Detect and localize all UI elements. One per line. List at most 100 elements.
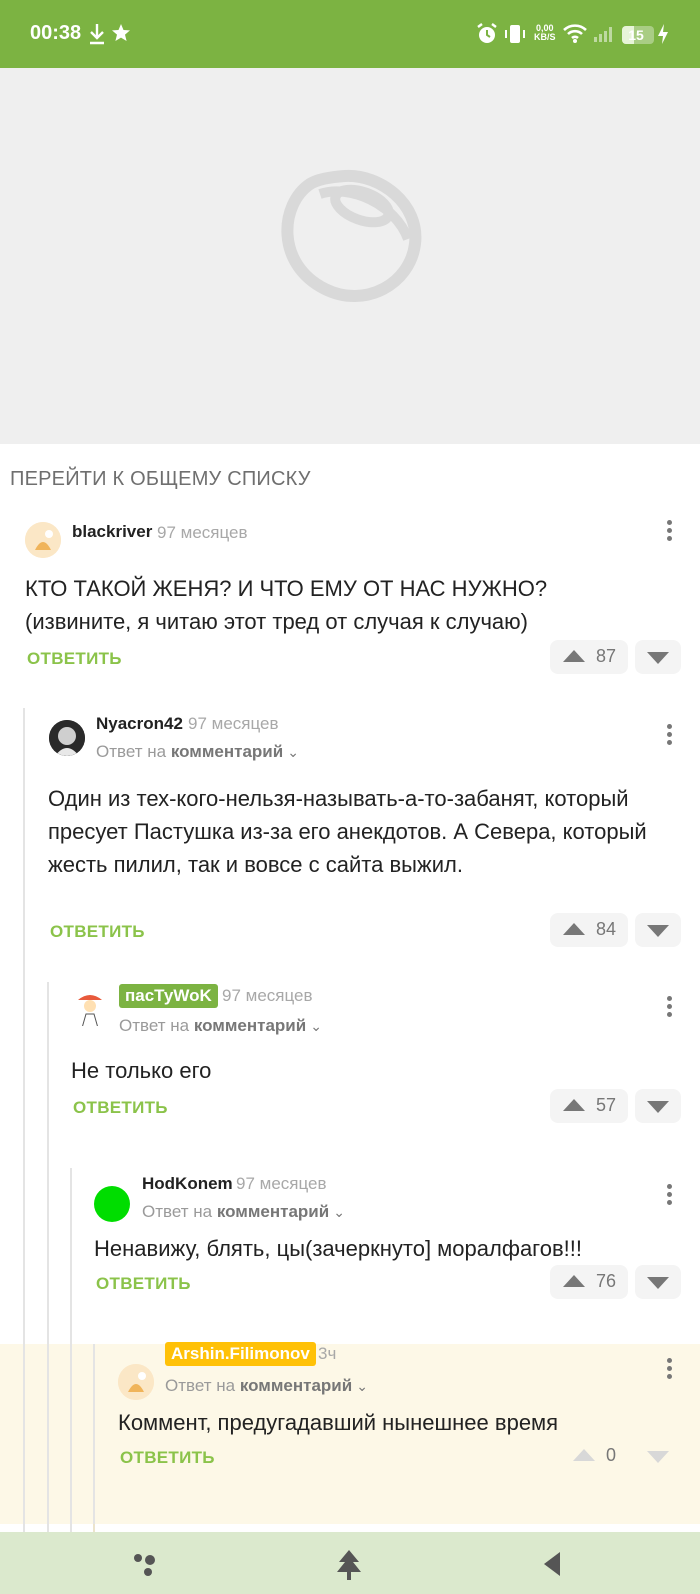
comment-highlighted: Arshin.Filimonov 3ч Ответ на комментарий… (0, 1342, 700, 1524)
assistant-icon[interactable] (130, 1548, 162, 1585)
reply-to-prefix: Ответ на (165, 1376, 236, 1395)
thread-line (93, 1344, 95, 1524)
comment-score: 57 (596, 1095, 617, 1115)
more-options-icon[interactable] (661, 996, 677, 1020)
comment-score: 76 (596, 1271, 617, 1291)
comment: blackriver 97 месяцев КТО ТАКОЙ ЖЕНЯ? И … (0, 510, 700, 690)
comment-text: Один из тех-кого-нельзя-называть-а-то-за… (48, 786, 647, 877)
thread-line (47, 1344, 49, 1524)
downvote-button[interactable] (635, 1265, 681, 1299)
bottom-navigation-bar (0, 1532, 700, 1594)
more-options-icon[interactable] (661, 1358, 677, 1382)
comment-author[interactable]: Arshin.Filimonov (165, 1342, 316, 1366)
avatar[interactable] (25, 522, 61, 558)
upvote-button[interactable]: 84 (550, 913, 628, 947)
arrow-up-icon (563, 923, 585, 935)
upvote-button[interactable]: 76 (550, 1265, 628, 1299)
reply-to-prefix: Ответ на (119, 1016, 190, 1035)
chevron-down-icon: ⌄ (287, 744, 299, 760)
arrow-up-icon (563, 1275, 585, 1287)
comment-score: 87 (596, 646, 617, 666)
download-icon (88, 22, 106, 51)
arrow-down-icon (647, 1277, 669, 1289)
comment-author[interactable]: Nyacron42 (96, 714, 183, 734)
reply-button[interactable]: ОТВЕТИТЬ (73, 1098, 168, 1118)
status-bar: 00:38 0,00 KB/S 15 (0, 0, 700, 68)
chevron-down-icon: ⌄ (356, 1378, 368, 1394)
reply-button[interactable]: ОТВЕТИТЬ (96, 1274, 191, 1294)
comment-time: 97 месяцев (222, 986, 313, 1005)
cell-signal-icon (592, 22, 614, 49)
avatar[interactable] (72, 990, 108, 1026)
reply-to-prefix: Ответ на (142, 1202, 213, 1221)
thread-line (70, 1344, 72, 1524)
chevron-down-icon: ⌄ (310, 1018, 322, 1034)
comment-author[interactable]: blackriver (72, 522, 152, 542)
star-icon (111, 22, 131, 49)
network-speed-unit: KB/S (534, 32, 556, 42)
wifi-icon (562, 22, 588, 49)
network-speed: 0,00 KB/S (534, 24, 556, 42)
comment-author[interactable]: HodKonem (142, 1174, 233, 1194)
reply-to-target: комментарий (239, 1376, 353, 1395)
comment-author[interactable]: пасТуWoK (119, 984, 218, 1008)
arrow-up-icon (563, 1099, 585, 1111)
arrow-down-icon (647, 652, 669, 664)
more-options-icon[interactable] (661, 520, 677, 544)
comment-text-content: КТО ТАКОЙ ЖЕНЯ? И ЧТО ЕМУ ОТ НАС НУЖНО? … (25, 576, 548, 634)
comment-text: Не только его (71, 1058, 212, 1083)
comment: пасТуWoK 97 месяцев Ответ на комментарий… (0, 984, 700, 1146)
upvote-button[interactable]: 87 (550, 640, 628, 674)
comment-time: 97 месяцев (157, 523, 248, 542)
reply-button[interactable]: ОТВЕТИТЬ (50, 922, 145, 942)
reply-to-target: комментарий (170, 742, 284, 761)
upvote-button[interactable]: 0 (560, 1439, 638, 1473)
alarm-icon (476, 22, 498, 51)
downvote-button[interactable] (635, 1089, 681, 1123)
avatar[interactable] (49, 720, 85, 756)
comment-time: 97 месяцев (188, 714, 279, 733)
downvote-button[interactable] (635, 1439, 681, 1473)
pikabu-placeholder-icon (281, 169, 422, 303)
comment-text: КТО ТАКОЙ ЖЕНЯ? И ЧТО ЕМУ ОТ НАС НУЖНО? … (25, 572, 675, 638)
comment-score: 0 (606, 1445, 617, 1465)
arrow-down-icon (647, 1101, 669, 1113)
back-icon[interactable] (540, 1548, 566, 1585)
comment-time: 97 месяцев (236, 1174, 327, 1193)
status-time: 00:38 (30, 22, 82, 44)
comment-score: 84 (596, 919, 617, 939)
goto-general-list-link[interactable]: ПЕРЕЙТИ К ОБЩЕМУ СПИСКУ (10, 468, 311, 491)
more-options-icon[interactable] (661, 1184, 677, 1208)
reply-to-target: комментарий (216, 1202, 330, 1221)
comment-time: 3ч (318, 1344, 337, 1363)
reply-to-prefix: Ответ на (96, 742, 167, 761)
comment: HodKonem 97 месяцев Ответ на комментарий… (0, 1170, 700, 1320)
upvote-button[interactable]: 57 (550, 1089, 628, 1123)
downvote-button[interactable] (635, 640, 681, 674)
battery-level: 15 (628, 27, 644, 43)
reply-to-link[interactable]: Ответ на комментарий ⌄ (165, 1376, 368, 1396)
vibrate-icon (503, 22, 527, 51)
tree-icon[interactable] (334, 1548, 364, 1587)
comment: Nyacron42 97 месяцев Ответ на комментари… (0, 710, 700, 966)
reply-to-link[interactable]: Ответ на комментарий ⌄ (142, 1202, 345, 1222)
charging-icon (656, 22, 670, 51)
comment-text: Ненавижу, блять, цы(зачеркнуто] моралфаг… (94, 1236, 582, 1261)
avatar[interactable] (118, 1364, 154, 1400)
reply-button[interactable]: ОТВЕТИТЬ (120, 1448, 215, 1468)
image-placeholder (0, 68, 700, 444)
reply-button[interactable]: ОТВЕТИТЬ (27, 649, 122, 669)
more-options-icon[interactable] (661, 724, 677, 748)
comment-text: Коммент, предугадавший нынешнее время (118, 1410, 559, 1435)
thread-line (23, 1344, 25, 1524)
reply-to-link[interactable]: Ответ на комментарий ⌄ (119, 1016, 322, 1036)
reply-to-link[interactable]: Ответ на комментарий ⌄ (96, 742, 299, 762)
chevron-down-icon: ⌄ (333, 1204, 345, 1220)
arrow-down-icon (647, 925, 669, 937)
avatar[interactable] (94, 1186, 130, 1222)
arrow-down-icon (647, 1451, 669, 1463)
arrow-up-icon (563, 650, 585, 662)
reply-to-target: комментарий (193, 1016, 307, 1035)
downvote-button[interactable] (635, 913, 681, 947)
arrow-up-icon (573, 1449, 595, 1461)
